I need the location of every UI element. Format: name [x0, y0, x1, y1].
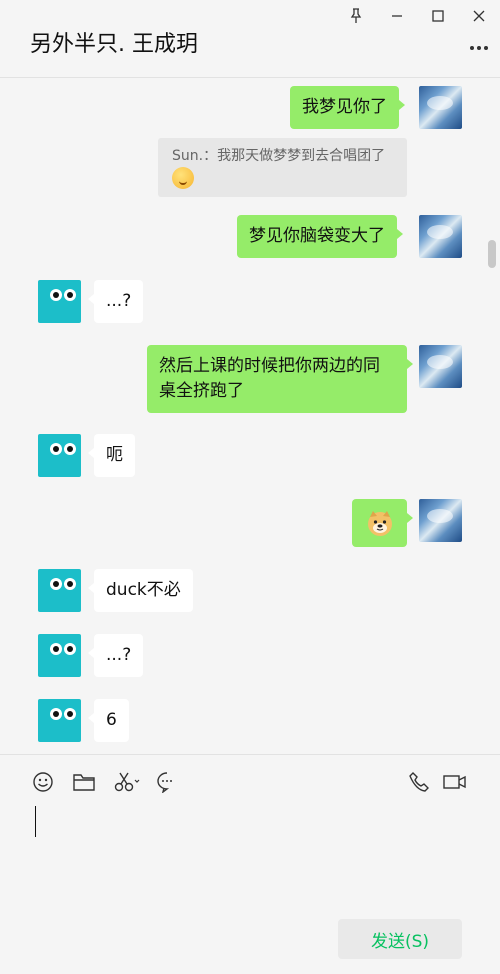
- more-icon[interactable]: [466, 40, 492, 56]
- doge-sticker-icon: [367, 511, 392, 536]
- quoted-message[interactable]: Sun.：我那天做梦梦到去合唱团了: [158, 138, 407, 197]
- my-avatar[interactable]: [419, 86, 462, 129]
- sticker-message[interactable]: [352, 499, 413, 547]
- maximize-icon[interactable]: [425, 4, 451, 28]
- pin-icon[interactable]: [343, 4, 369, 28]
- my-avatar[interactable]: [419, 499, 462, 542]
- contact-message-bubble[interactable]: 6: [88, 699, 129, 742]
- my-avatar[interactable]: [419, 345, 462, 388]
- phone-icon[interactable]: [406, 769, 432, 795]
- folder-icon[interactable]: [71, 769, 97, 795]
- my-avatar[interactable]: [419, 215, 462, 258]
- chat-title: 另外半只. 王成玥: [30, 32, 198, 57]
- text-cursor[interactable]: [35, 806, 36, 837]
- my-message-bubble[interactable]: 我梦见你了: [290, 86, 405, 129]
- scissors-icon[interactable]: [112, 769, 142, 795]
- my-message-bubble[interactable]: 然后上课的时候把你两边的同桌全挤跑了: [147, 345, 413, 413]
- scrollbar-thumb[interactable]: [488, 240, 496, 268]
- contact-message-bubble[interactable]: ...?: [87, 280, 144, 323]
- emoji-icon[interactable]: [30, 769, 56, 795]
- chat-header: 另外半只. 王成玥: [0, 0, 500, 78]
- close-icon[interactable]: [466, 4, 492, 28]
- contact-avatar[interactable]: [38, 634, 81, 677]
- contact-message-bubble[interactable]: 呃: [88, 434, 135, 477]
- contact-avatar[interactable]: [38, 434, 81, 477]
- quote-text: Sun.：我那天做梦梦到去合唱团了: [172, 148, 386, 164]
- contact-avatar[interactable]: [38, 280, 81, 323]
- contact-avatar[interactable]: [38, 569, 81, 612]
- contact-message-bubble[interactable]: duck不必: [88, 569, 193, 612]
- contact-avatar[interactable]: [38, 699, 81, 742]
- chat-icon[interactable]: [154, 769, 180, 795]
- minimize-icon[interactable]: [384, 4, 410, 28]
- video-icon[interactable]: [441, 769, 469, 795]
- smile-emoji-icon: [172, 167, 194, 189]
- contact-message-bubble[interactable]: ...?: [87, 634, 144, 677]
- my-message-bubble[interactable]: 梦见你脑袋变大了: [237, 215, 403, 258]
- send-button[interactable]: 发送(S): [338, 919, 462, 959]
